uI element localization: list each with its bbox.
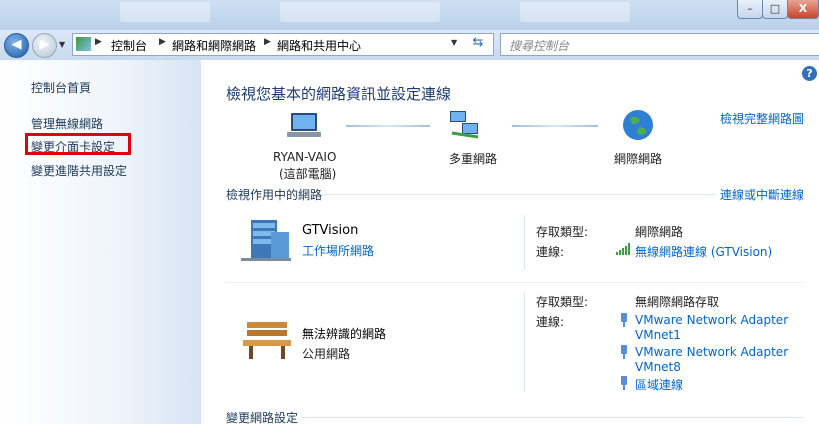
access-type-label: 存取類型: — [536, 295, 589, 309]
back-arrow-icon[interactable]: ◀ — [4, 33, 29, 58]
sidebar-item-advanced-sharing[interactable]: 變更進階共用設定 — [31, 162, 127, 179]
breadcrumb-control-panel[interactable]: 控制台 — [111, 37, 147, 54]
vmware-adapter-link[interactable]: VMware Network Adapter — [635, 345, 788, 359]
vmware-adapter-link[interactable]: VMnet8 — [635, 360, 681, 374]
page-title: 檢視您基本的網路資訊並設定連線 — [226, 85, 452, 103]
computer-name: RYAN-VAIO — [273, 150, 337, 164]
network-name: 無法辨識的網路 — [302, 327, 387, 341]
access-type-label: 存取類型: — [536, 225, 589, 239]
wireless-signal-icon — [616, 243, 630, 255]
breadcrumb-network-sharing-center[interactable]: 網路和共用中心 — [277, 37, 361, 54]
search-input[interactable]: 搜尋控制台 — [500, 33, 819, 56]
vmware-adapter-link[interactable]: VMware Network Adapter — [635, 313, 788, 327]
active-networks-header: 檢視作用中的網路 — [226, 188, 323, 202]
connections-label: 連線: — [536, 245, 565, 259]
internet-label: 網際網路 — [614, 152, 663, 166]
ethernet-icon — [620, 376, 628, 390]
computer-icon — [287, 113, 321, 139]
multiple-networks-icon — [448, 111, 482, 139]
column-divider — [524, 215, 525, 270]
navigation-bar: ◀ ▶ ▼ ▶ 控制台 ▶ 網路和網際網路 ▶ 網路和共用中心 ▼ ⇆ 搜尋控制… — [0, 30, 819, 60]
connect-disconnect-link[interactable]: 連線或中斷連線 — [720, 186, 804, 203]
title-blur — [520, 2, 630, 22]
public-network-bench-icon — [243, 320, 291, 360]
vmware-adapter-link[interactable]: VMnet1 — [635, 328, 681, 342]
change-settings-header: 變更網路設定 — [226, 411, 299, 425]
section-divider — [322, 194, 715, 195]
close-button[interactable]: X — [787, 0, 819, 19]
network-category: 公用網路 — [302, 347, 351, 361]
sidebar-item-control-panel-home[interactable]: 控制台首頁 — [31, 79, 91, 96]
connections-label: 連線: — [536, 315, 565, 329]
multiple-networks-label: 多重網路 — [449, 152, 498, 166]
recent-pages-dropdown[interactable]: ▼ — [59, 40, 65, 49]
minimize-button[interactable]: – — [737, 0, 763, 19]
title-blur — [120, 2, 210, 22]
refresh-icon[interactable]: ⇆ — [468, 34, 488, 53]
highlight-box — [25, 133, 131, 155]
section-divider — [300, 417, 804, 418]
sidebar-item-manage-wireless[interactable]: 管理無線網路 — [31, 115, 103, 132]
globe-icon — [622, 109, 654, 141]
breadcrumb-separator-icon[interactable]: ▶ — [264, 37, 271, 47]
breadcrumb-separator-icon[interactable]: ▶ — [159, 37, 166, 47]
breadcrumb-network-internet[interactable]: 網路和網際網路 — [172, 37, 256, 54]
local-area-connection-link[interactable]: 區域連線 — [635, 376, 683, 393]
map-connector — [346, 125, 430, 127]
column-divider — [524, 293, 525, 391]
map-connector — [512, 125, 598, 127]
view-full-map-link[interactable]: 檢視完整網路圖 — [720, 110, 804, 127]
ethernet-icon — [620, 345, 628, 359]
title-blur — [280, 2, 440, 22]
address-dropdown-icon[interactable]: ▼ — [451, 38, 457, 47]
address-bar[interactable]: ▶ 控制台 ▶ 網路和網際網路 ▶ 網路和共用中心 ▼ — [72, 33, 494, 56]
forward-arrow-icon[interactable]: ▶ — [32, 33, 57, 58]
breadcrumb-separator-icon[interactable]: ▶ — [95, 37, 102, 47]
wireless-connection-link[interactable]: 無線網路連線 (GTVision) — [635, 243, 772, 260]
access-type-value: 無網際網路存取 — [635, 295, 720, 309]
section-divider — [226, 282, 804, 283]
network-name: GTVision — [302, 223, 359, 238]
control-panel-icon — [76, 37, 91, 51]
computer-subtitle: (這部電腦) — [279, 167, 337, 181]
search-placeholder: 搜尋控制台 — [509, 39, 570, 53]
maximize-button[interactable]: □ — [762, 0, 788, 19]
ethernet-icon — [620, 313, 628, 327]
help-icon[interactable]: ? — [802, 66, 817, 81]
network-category-link[interactable]: 工作場所網路 — [302, 242, 374, 259]
work-network-icon — [241, 218, 291, 262]
access-type-value: 網際網路 — [635, 225, 684, 239]
